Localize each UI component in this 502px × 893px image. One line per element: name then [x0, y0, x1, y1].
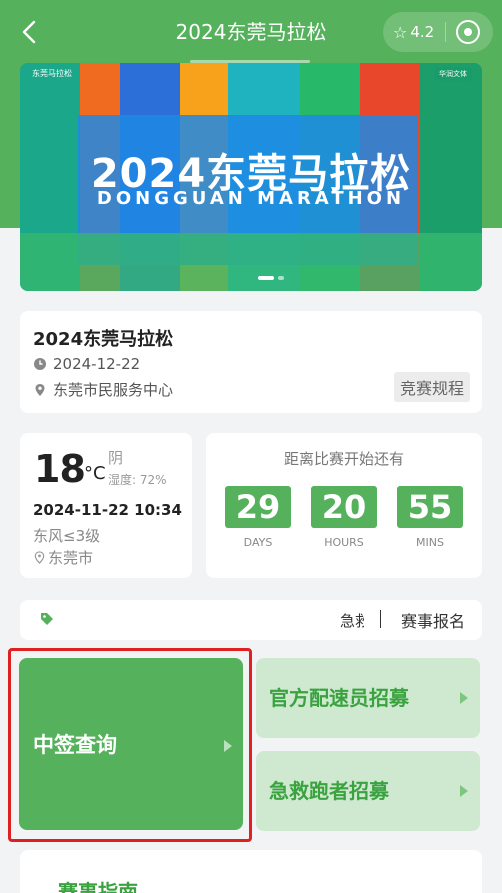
event-name: 2024东莞马拉松 [33, 329, 174, 350]
banner-logo-right: 华润文体 [434, 67, 472, 81]
banner-logo-left: 东莞马拉松 [32, 69, 72, 78]
temperature: 18 [34, 447, 86, 491]
arrow-right-icon [460, 692, 468, 704]
rules-button[interactable]: 竞赛规程 [393, 372, 470, 402]
event-date: 2024-12-22 [53, 355, 141, 373]
registration-link[interactable]: 赛事报名 [401, 608, 465, 632]
event-date-row: 2024-12-22 [33, 355, 140, 373]
rating-button[interactable]: ☆ 4.2 [383, 23, 445, 42]
location-pin-icon [34, 551, 45, 564]
weather-datetime: 2024-11-22 10:34 [33, 501, 182, 519]
pacer-recruit-tile[interactable]: 官方配速员招募 [256, 658, 480, 738]
firstaid-recruit-tile[interactable]: 急救跑者招募 [256, 751, 480, 831]
clock-icon [34, 358, 46, 370]
wind: 东风≤3级 [33, 527, 101, 545]
event-info-card: 2024东莞马拉松 2024-12-22 东莞市民服务中心 竞赛规程 [20, 311, 482, 413]
guide-title: 赛事指南 [58, 880, 138, 893]
notice-bar: 急救 赛事报名 [20, 600, 482, 640]
event-location-row: 东莞市民服务中心 [33, 379, 173, 400]
event-location: 东莞市民服务中心 [53, 381, 174, 399]
firstaid-recruit-label: 急救跑者招募 [269, 779, 389, 803]
target-icon[interactable] [456, 20, 480, 44]
top-bar: 2024东莞马拉松 ☆ 4.2 [0, 0, 502, 64]
mini-program-capsule: ☆ 4.2 [383, 12, 493, 52]
countdown-hours: 20 [311, 486, 377, 528]
countdown-hours-label: HOURS [324, 536, 364, 549]
tag-icon [41, 613, 53, 625]
countdown-mins-label: MINS [416, 536, 444, 549]
banner-subtitle: DONGGUAN MARATHON [96, 188, 406, 209]
weather-city: 东莞市 [48, 549, 94, 567]
arrow-right-icon [460, 785, 468, 797]
location-pin-icon [35, 383, 45, 396]
weather-condition: 阴 [108, 449, 124, 467]
countdown-days-label: DAYS [243, 536, 273, 549]
rating-value: 4.2 [410, 23, 435, 41]
notice-divider [380, 610, 381, 628]
pacer-recruit-label: 官方配速员招募 [269, 686, 409, 710]
star-icon: ☆ [393, 22, 408, 42]
countdown-days: 29 [225, 486, 291, 528]
countdown-mins: 55 [397, 486, 463, 528]
temperature-unit: °C [84, 463, 106, 484]
guide-card[interactable]: 赛事指南 [20, 850, 482, 893]
countdown-title: 距离比赛开始还有 [283, 450, 404, 468]
capsule-divider [445, 22, 446, 42]
event-banner[interactable]: 东莞马拉松 华润文体 2024东莞马拉松 DONGGUAN MARATHON [20, 63, 482, 291]
countdown-card: 距离比赛开始还有 29 20 55 DAYS HOURS MINS [206, 433, 482, 578]
weather-card: 18 °C 阴 湿度: 72% 2024-11-22 10:34 东风≤3级 东… [20, 433, 192, 578]
humidity: 湿度: 72% [108, 473, 167, 487]
notice-marquee-text[interactable]: 急救 [340, 610, 364, 631]
weather-city-row: 东莞市 [33, 547, 93, 568]
highlight-frame [8, 648, 252, 842]
banner-pagination [258, 276, 284, 280]
